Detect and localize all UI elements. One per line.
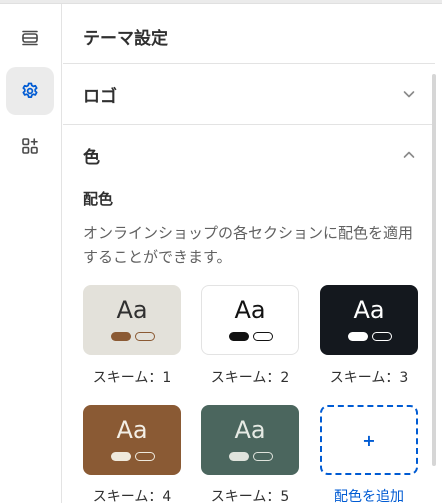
page-title: テーマ設定 bbox=[83, 29, 168, 49]
primary-button-pill bbox=[229, 452, 249, 461]
section-header-color[interactable]: 色 bbox=[63, 125, 435, 185]
scheme-sample-text: Aa bbox=[353, 296, 385, 324]
scheme-label: スキーム：1 bbox=[92, 370, 172, 386]
add-color-scheme-button[interactable]: + bbox=[320, 405, 418, 475]
color-schemes-description: オンラインショップの各セクションに配色を適用することができます。 bbox=[83, 224, 414, 266]
section-header-logo[interactable]: ロゴ bbox=[63, 64, 435, 124]
color-scheme-4[interactable]: Aa bbox=[83, 405, 181, 475]
primary-button-pill bbox=[348, 332, 368, 341]
chevron-up-icon bbox=[403, 151, 415, 158]
color-scheme-5[interactable]: Aa bbox=[201, 405, 299, 475]
color-schemes-heading: 配色 bbox=[83, 190, 114, 208]
secondary-button-pill bbox=[135, 332, 155, 341]
color-scheme-2[interactable]: Aa bbox=[201, 285, 299, 355]
secondary-button-pill bbox=[135, 452, 155, 461]
rail-button-theme-settings[interactable] bbox=[6, 67, 54, 115]
scheme-label: スキーム：3 bbox=[329, 370, 409, 386]
rail-button-sections[interactable] bbox=[6, 14, 54, 62]
color-scheme-1[interactable]: Aa bbox=[83, 285, 181, 355]
plus-icon: + bbox=[362, 430, 376, 450]
sections-icon bbox=[22, 30, 38, 46]
color-scheme-3[interactable]: Aa bbox=[320, 285, 418, 355]
primary-button-pill bbox=[111, 332, 131, 341]
scheme-label: スキーム：5 bbox=[210, 489, 290, 503]
scheme-label: スキーム：2 bbox=[210, 370, 290, 386]
rail-button-apps[interactable] bbox=[6, 122, 54, 170]
secondary-button-pill bbox=[372, 332, 392, 341]
primary-button-pill bbox=[229, 332, 249, 341]
secondary-button-pill bbox=[253, 452, 273, 461]
gear-icon bbox=[22, 82, 38, 98]
scheme-sample-text: Aa bbox=[234, 416, 266, 444]
section-label: ロゴ bbox=[83, 86, 117, 107]
secondary-button-pill bbox=[253, 332, 273, 341]
scheme-sample-text: Aa bbox=[234, 296, 266, 324]
theme-settings-panel: テーマ設定 ロゴ 色 配色 オンラインショップの各セクションに配色を適用すること… bbox=[63, 4, 435, 503]
apps-add-icon bbox=[22, 138, 38, 154]
scheme-label: スキーム：4 bbox=[92, 489, 172, 503]
side-rail bbox=[0, 4, 62, 503]
scheme-sample-text: Aa bbox=[116, 296, 148, 324]
scrollbar[interactable] bbox=[432, 74, 436, 466]
section-label: 色 bbox=[83, 147, 100, 168]
primary-button-pill bbox=[111, 452, 131, 461]
add-color-scheme-link[interactable]: 配色を追加 bbox=[320, 486, 418, 503]
scheme-sample-text: Aa bbox=[116, 416, 148, 444]
chevron-down-icon bbox=[403, 91, 415, 98]
